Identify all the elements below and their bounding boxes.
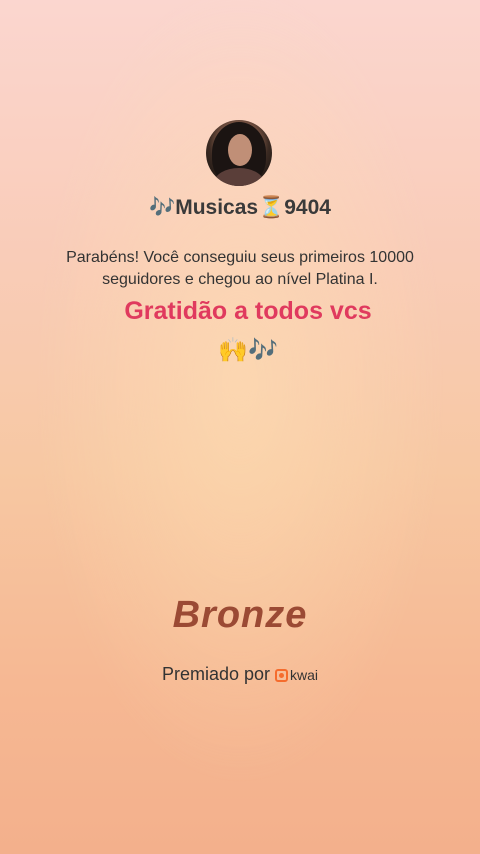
brand-name: kwai: [290, 667, 319, 684]
awarded-by: Premiado por kwai: [0, 664, 480, 685]
kwai-logo-icon: [275, 668, 289, 682]
brand-logo: kwai: [275, 667, 318, 683]
gratitude-text: Gratidão a todos vcs: [124, 297, 372, 325]
awarded-by-label: Premiado por: [161, 664, 271, 684]
congrats-message: Parabéns! Você conseguiu seus primeiros …: [66, 249, 414, 288]
avatar[interactable]: [206, 120, 272, 186]
avatar-face: [228, 134, 252, 166]
level-title: Bronze: [172, 594, 308, 636]
emoji-line: 🙌🎶: [218, 337, 278, 364]
profile-name: 🎶Musicas⏳9404: [149, 196, 331, 219]
